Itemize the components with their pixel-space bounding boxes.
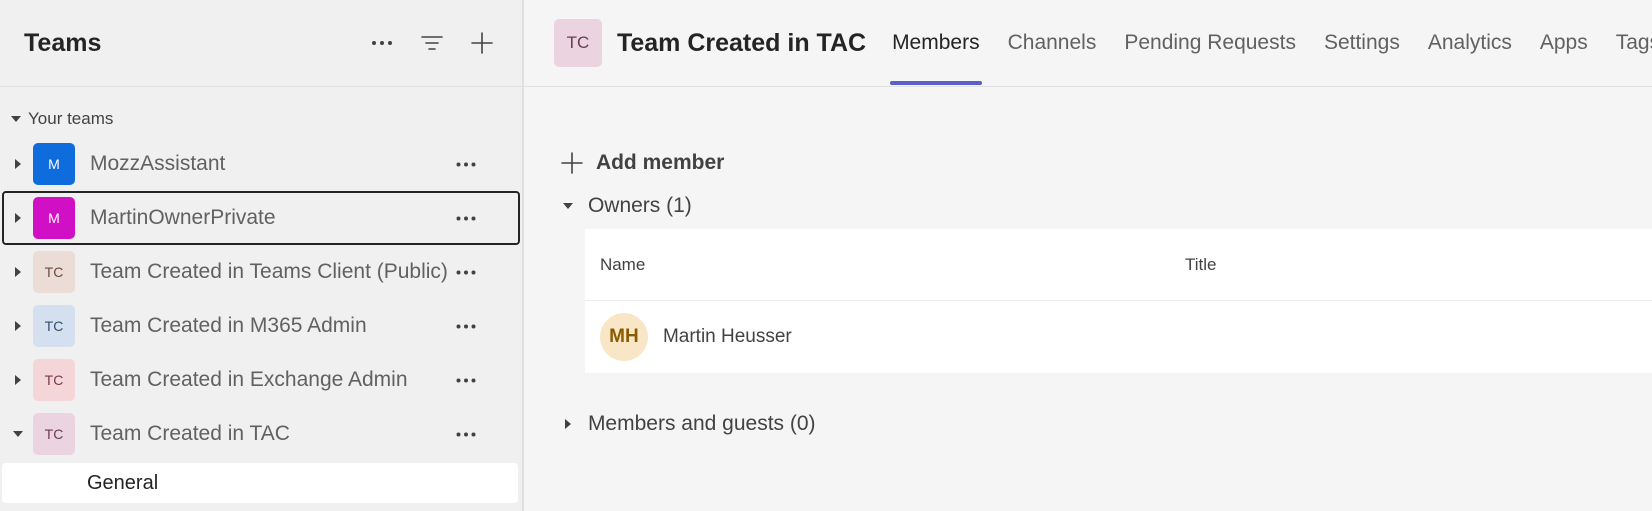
- team-name: Team Created in M365 Admin: [90, 314, 367, 337]
- chevron-right-icon[interactable]: [12, 320, 24, 332]
- team-tabs: Members Channels Pending Requests Settin…: [878, 0, 1652, 87]
- tab-tags[interactable]: Tags: [1602, 0, 1652, 87]
- team-header: TC Team Created in TAC Members Channels …: [523, 0, 1652, 87]
- members-guests-label: Members and guests (0): [587, 412, 816, 435]
- team-item[interactable]: TC Team Created in M365 Admin: [2, 299, 520, 353]
- plus-icon[interactable]: [466, 27, 498, 59]
- sidebar-title: Teams: [24, 28, 102, 57]
- team-list: M MozzAssistant M MartinOwnerPrivate TC Team …: [0, 137, 522, 461]
- team-name: MartinOwnerPrivate: [90, 206, 276, 229]
- channel-general[interactable]: General: [2, 463, 518, 503]
- team-item[interactable]: TC Team Created in Exchange Admin: [2, 353, 520, 407]
- chevron-down-icon[interactable]: [12, 428, 24, 440]
- add-member-button[interactable]: Add member: [558, 149, 748, 177]
- team-avatar: TC: [33, 305, 75, 347]
- your-teams-label: Your teams: [28, 109, 114, 128]
- your-teams-section[interactable]: Your teams: [0, 101, 522, 137]
- team-avatar: M: [33, 197, 75, 239]
- plus-icon: [558, 149, 586, 177]
- tab-channels[interactable]: Channels: [994, 0, 1111, 87]
- chevron-right-icon[interactable]: [12, 212, 24, 224]
- filter-icon[interactable]: [416, 27, 448, 59]
- chevron-down-icon: [10, 113, 22, 125]
- team-item[interactable]: M MartinOwnerPrivate: [2, 191, 520, 245]
- team-avatar: TC: [33, 359, 75, 401]
- more-horizontal-icon[interactable]: [448, 364, 484, 396]
- teams-sidebar: Teams Your teams M MozzAssistant M MartinOw…: [0, 0, 524, 511]
- team-item[interactable]: TC Team Created in Teams Client (Public): [2, 245, 520, 299]
- more-horizontal-icon[interactable]: [366, 27, 398, 59]
- tab-members[interactable]: Members: [878, 0, 994, 87]
- tab-analytics[interactable]: Analytics: [1414, 0, 1526, 87]
- owners-group-toggle[interactable]: Owners (1): [558, 189, 1652, 223]
- column-title[interactable]: Title: [1185, 255, 1217, 275]
- member-name: Martin Heusser: [662, 326, 792, 347]
- chevron-right-icon[interactable]: [12, 374, 24, 386]
- avatar: MH: [599, 313, 648, 361]
- team-name: Team Created in Teams Client (Public): [90, 260, 448, 283]
- chevron-right-icon: [562, 418, 574, 430]
- sidebar-header: Teams: [0, 0, 522, 87]
- teams-app: Teams Your teams M MozzAssistant M MartinOw…: [0, 0, 1652, 511]
- team-avatar: TC: [33, 413, 75, 455]
- more-horizontal-icon[interactable]: [448, 202, 484, 234]
- tab-apps[interactable]: Apps: [1526, 0, 1602, 87]
- owners-table: Name Title MH Martin Heusser: [584, 229, 1652, 373]
- more-horizontal-icon[interactable]: [448, 310, 484, 342]
- members-guests-group-toggle[interactable]: Members and guests (0): [558, 407, 1652, 441]
- team-name: Team Created in TAC: [90, 422, 290, 445]
- more-horizontal-icon[interactable]: [448, 256, 484, 288]
- chevron-right-icon[interactable]: [12, 266, 24, 278]
- team-name: Team Created in Exchange Admin: [90, 368, 408, 391]
- team-avatar: TC: [33, 251, 75, 293]
- more-horizontal-icon[interactable]: [448, 418, 484, 450]
- team-avatar: M: [33, 143, 75, 185]
- team-title: Team Created in TAC: [616, 28, 867, 57]
- table-row[interactable]: MH Martin Heusser: [585, 301, 1652, 373]
- team-item[interactable]: TC Team Created in TAC: [2, 407, 520, 461]
- chevron-right-icon[interactable]: [12, 158, 24, 170]
- tab-settings[interactable]: Settings: [1310, 0, 1414, 87]
- tab-pending-requests[interactable]: Pending Requests: [1110, 0, 1310, 87]
- column-name[interactable]: Name: [585, 255, 1185, 275]
- table-header: Name Title: [584, 229, 1652, 301]
- owners-label: Owners (1): [587, 194, 692, 217]
- sidebar-actions: [366, 27, 498, 59]
- team-avatar: TC: [553, 19, 602, 67]
- chevron-down-icon: [562, 200, 574, 212]
- members-content: Add member Owners (1) Name Title MH Mart…: [524, 149, 1652, 441]
- team-item[interactable]: M MozzAssistant: [2, 137, 520, 191]
- add-member-label: Add member: [595, 151, 725, 174]
- team-name: MozzAssistant: [90, 152, 226, 175]
- team-manage-pane: TC Team Created in TAC Members Channels …: [523, 0, 1652, 511]
- more-horizontal-icon[interactable]: [448, 148, 484, 180]
